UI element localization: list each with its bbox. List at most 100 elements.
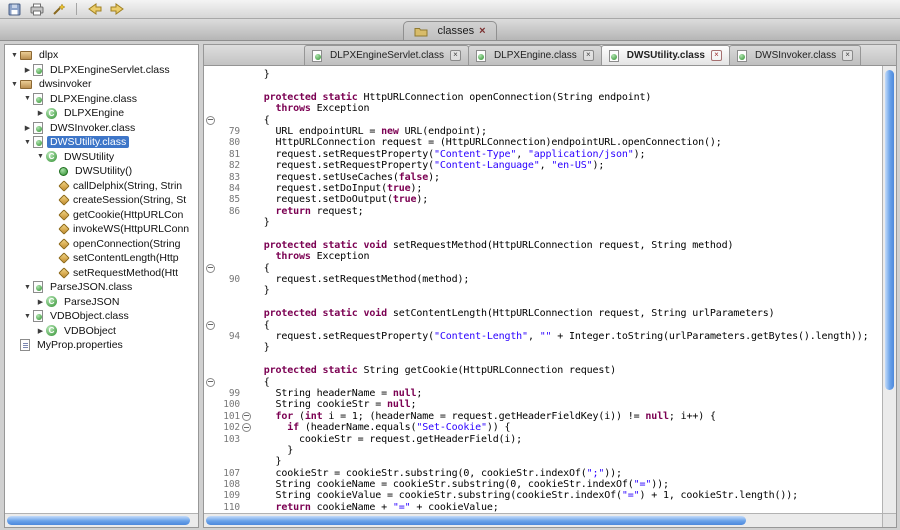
code-line[interactable]: 94 request.setRequestProperty("Content-L…: [204, 331, 883, 342]
code-line[interactable]: 81 request.setRequestProperty("Content-T…: [204, 149, 883, 160]
code-line[interactable]: }: [204, 69, 883, 80]
tree-item-dwsinvoker[interactable]: ▼dwsinvoker: [5, 77, 198, 92]
tree-item-setrequestmethod-htt[interactable]: setRequestMethod(Htt: [5, 266, 198, 281]
group-tab-classes[interactable]: classes ×: [403, 21, 496, 40]
code-line[interactable]: }: [204, 445, 883, 456]
code-line[interactable]: 100 String cookieStr = null;: [204, 399, 883, 410]
tree-item-dwsinvoker-class[interactable]: ▶DWSInvoker.class: [5, 121, 198, 136]
collapse-arrow-icon[interactable]: ▼: [22, 139, 33, 146]
editor-tab-dlpxengine-class[interactable]: DLPXEngine.class×: [468, 45, 602, 65]
code-line[interactable]: 85 request.setDoOutput(true);: [204, 194, 883, 205]
expand-arrow-icon[interactable]: ▶: [22, 124, 33, 132]
fold-collapse-icon[interactable]: [204, 320, 216, 331]
code-line[interactable]: {: [204, 115, 883, 126]
fold-collapse-icon[interactable]: [204, 377, 216, 388]
scrollbar-thumb[interactable]: [206, 516, 746, 525]
collapse-arrow-icon[interactable]: ▼: [35, 153, 46, 160]
tree-item-dlpxengineservlet-class[interactable]: ▶DLPXEngineServlet.class: [5, 63, 198, 78]
code-line[interactable]: 86 return request;: [204, 206, 883, 217]
editor-tab-dwsutility-class[interactable]: DWSUtility.class×: [601, 45, 730, 65]
code-line[interactable]: 107 cookieStr = cookieStr.substring(0, c…: [204, 468, 883, 479]
fold-collapse-icon[interactable]: [240, 422, 252, 433]
code-line[interactable]: }: [204, 217, 883, 228]
code-line[interactable]: 80 HttpURLConnection request = (HttpURLC…: [204, 137, 883, 148]
collapse-arrow-icon[interactable]: ▼: [9, 52, 20, 59]
code-line[interactable]: 101 for (int i = 1; (headerName = reques…: [204, 411, 883, 422]
tree-item-createsession-string-st[interactable]: createSession(String, St: [5, 193, 198, 208]
tree-item-calldelphix-string-strin[interactable]: callDelphix(String, Strin: [5, 179, 198, 194]
code-line[interactable]: protected static String getCookie(HttpUR…: [204, 365, 883, 376]
tree-item-invokews-httpurlconn[interactable]: invokeWS(HttpURLConn: [5, 222, 198, 237]
wand-icon[interactable]: [51, 2, 66, 16]
code-line[interactable]: 82 request.setRequestProperty("Content-L…: [204, 160, 883, 171]
tree-item-getcookie-httpurlcon[interactable]: getCookie(HttpURLCon: [5, 208, 198, 223]
code-area[interactable]: } protected static HttpURLConnection ope…: [204, 66, 883, 514]
fold-collapse-icon[interactable]: [204, 263, 216, 274]
code-line[interactable]: }: [204, 342, 883, 353]
code-line[interactable]: 110 return cookieName + "=" + cookieValu…: [204, 502, 883, 513]
code-line[interactable]: {: [204, 320, 883, 331]
editor-tab-dwsinvoker-class[interactable]: DWSInvoker.class×: [729, 45, 861, 65]
save-icon[interactable]: [7, 2, 22, 16]
scrollbar-thumb[interactable]: [885, 70, 894, 390]
code-line[interactable]: [204, 80, 883, 91]
fold-collapse-icon[interactable]: [240, 411, 252, 422]
forward-icon[interactable]: [109, 2, 124, 16]
code-line[interactable]: throws Exception: [204, 103, 883, 114]
collapse-arrow-icon[interactable]: ▼: [22, 284, 33, 291]
editor-tab-dlpxengineservlet-class[interactable]: DLPXEngineServlet.class×: [304, 45, 469, 65]
tree-item-myprop-properties[interactable]: MyProp.properties: [5, 338, 198, 353]
expand-arrow-icon[interactable]: ▶: [35, 109, 46, 117]
close-tab-icon[interactable]: ×: [711, 50, 722, 61]
collapse-arrow-icon[interactable]: ▼: [22, 95, 33, 102]
print-icon[interactable]: [29, 2, 44, 16]
code-line[interactable]: 103 cookieStr = request.getHeaderField(i…: [204, 434, 883, 445]
close-tab-icon[interactable]: ×: [450, 50, 461, 61]
tree-horizontal-scrollbar[interactable]: [5, 513, 198, 527]
code-line[interactable]: }: [204, 456, 883, 467]
tree-item-dlpxengine-class[interactable]: ▼DLPXEngine.class: [5, 92, 198, 107]
fold-collapse-icon[interactable]: [204, 115, 216, 126]
close-group-icon[interactable]: ×: [479, 26, 485, 37]
expand-arrow-icon[interactable]: ▶: [35, 298, 46, 306]
scrollbar-thumb[interactable]: [7, 516, 190, 525]
tree-item-parsejson-class[interactable]: ▼ParseJSON.class: [5, 280, 198, 295]
tree-item-dlpxengine[interactable]: ▶CDLPXEngine: [5, 106, 198, 121]
tree-item-vdbobject-class[interactable]: ▼VDBObject.class: [5, 309, 198, 324]
tree-item-dwsutility[interactable]: ▼CDWSUtility: [5, 150, 198, 165]
code-line[interactable]: protected static HttpURLConnection openC…: [204, 92, 883, 103]
tree-item-dlpx[interactable]: ▼dlpx: [5, 48, 198, 63]
expand-arrow-icon[interactable]: ▶: [22, 66, 33, 74]
code-line[interactable]: }: [204, 285, 883, 296]
expand-arrow-icon[interactable]: ▶: [35, 327, 46, 335]
code-line[interactable]: {: [204, 377, 883, 388]
code-line[interactable]: 84 request.setDoInput(true);: [204, 183, 883, 194]
editor-vertical-scrollbar[interactable]: [882, 66, 896, 514]
code-line[interactable]: [204, 354, 883, 365]
code-line[interactable]: 79 URL endpointURL = new URL(endpoint);: [204, 126, 883, 137]
code-line[interactable]: 108 String cookieName = cookieStr.substr…: [204, 479, 883, 490]
code-line[interactable]: protected static void setRequestMethod(H…: [204, 240, 883, 251]
code-line[interactable]: 99 String headerName = null;: [204, 388, 883, 399]
tree-item-dwsutility[interactable]: DWSUtility(): [5, 164, 198, 179]
code-line[interactable]: 83 request.setUseCaches(false);: [204, 172, 883, 183]
tree-item-dwsutility-class[interactable]: ▼DWSUtility.class: [5, 135, 198, 150]
code-line[interactable]: 90 request.setRequestMethod(method);: [204, 274, 883, 285]
close-tab-icon[interactable]: ×: [583, 50, 594, 61]
collapse-arrow-icon[interactable]: ▼: [22, 313, 33, 320]
code-line[interactable]: [204, 228, 883, 239]
back-icon[interactable]: [87, 2, 102, 16]
code-line[interactable]: [204, 297, 883, 308]
tree-item-setcontentlength-http[interactable]: setContentLength(Http: [5, 251, 198, 266]
tree-item-vdbobject[interactable]: ▶CVDBObject: [5, 324, 198, 339]
code-line[interactable]: throws Exception: [204, 251, 883, 262]
code-line[interactable]: protected static void setContentLength(H…: [204, 308, 883, 319]
tree-item-openconnection-string[interactable]: openConnection(String: [5, 237, 198, 252]
code-line[interactable]: 102 if (headerName.equals("Set-Cookie"))…: [204, 422, 883, 433]
editor-horizontal-scrollbar[interactable]: [204, 513, 883, 527]
code-line[interactable]: 109 String cookieValue = cookieStr.subst…: [204, 490, 883, 501]
close-tab-icon[interactable]: ×: [842, 50, 853, 61]
code-line[interactable]: {: [204, 263, 883, 274]
collapse-arrow-icon[interactable]: ▼: [9, 81, 20, 88]
tree-item-parsejson[interactable]: ▶CParseJSON: [5, 295, 198, 310]
